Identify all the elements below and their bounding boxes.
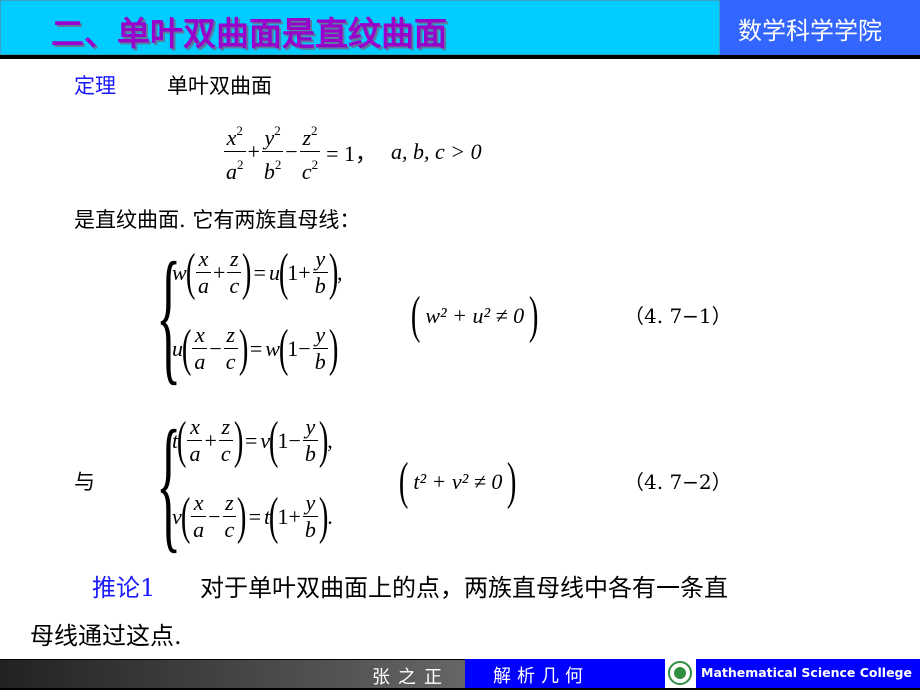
family2-equation-1: t ( xa + zc ) = v ( 1− yb ) , [172,411,333,469]
corollary-label: 推论1 [92,574,156,602]
footer-author-bar: 张之正 [0,659,465,688]
fraction-x-a: x2 a2 [224,118,246,185]
theorem-statement: 是直纹曲面. 它有两族直母线： [74,208,361,232]
family2-condition: ( t² + v² ≠ 0 ) [398,453,517,510]
college-name: 数学科学学院 [738,17,882,45]
college-logo-icon [668,661,692,685]
corollary-text-line-2: 母线通过这点. [30,622,182,650]
theorem-label: 定理 [74,74,116,98]
fraction-z-c: z2 c2 [299,118,321,185]
slide-footer: 张之正 解析几何 Mathematical Science College [0,659,920,690]
connector-text: 与 [74,470,95,494]
family2-equation-2: v ( xa − zc ) = t ( 1 + yb ) . [172,487,333,545]
slide-header: 二、单叶双曲面是直纹曲面 数学科学学院 [0,0,920,59]
equation-number-1: （4. 7−1） [624,304,732,328]
hyperboloid-equation: x2 a2 + y2 b2 − z2 c2 = 1， a, b, c > 0 [222,118,482,185]
family1-equation-2: u ( xa − zc ) = w ( 1− yb ) [172,319,339,377]
title-bar: 二、单叶双曲面是直纹曲面 [0,0,720,55]
slide-title: 二、单叶双曲面是直纹曲面 [51,14,447,53]
theorem-subject: 单叶双曲面 [167,74,272,98]
footer-course-bar: 解析几何 [465,659,665,688]
family1-condition: ( w² + u² ≠ 0 ) [410,287,539,344]
header-divider [0,55,920,59]
fraction-y-b: y2 b2 [261,118,284,185]
course-name: 解析几何 [493,666,589,687]
family1-equation-1: w ( xa + zc ) = u ( 1 + yb ) , [172,243,343,301]
corollary-text-line-1: 对于单叶双曲面上的点，两族直母线中各有一条直 [200,574,728,602]
college-badge: 数学科学学院 [720,0,920,55]
equation-number-2: （4. 7−2） [624,470,732,494]
positivity-condition: a, b, c > 0 [391,138,482,164]
author-name: 张之正 [372,667,450,688]
college-english-name: Mathematical Science College [701,665,912,680]
footer-college-bar: Mathematical Science College [696,659,920,688]
